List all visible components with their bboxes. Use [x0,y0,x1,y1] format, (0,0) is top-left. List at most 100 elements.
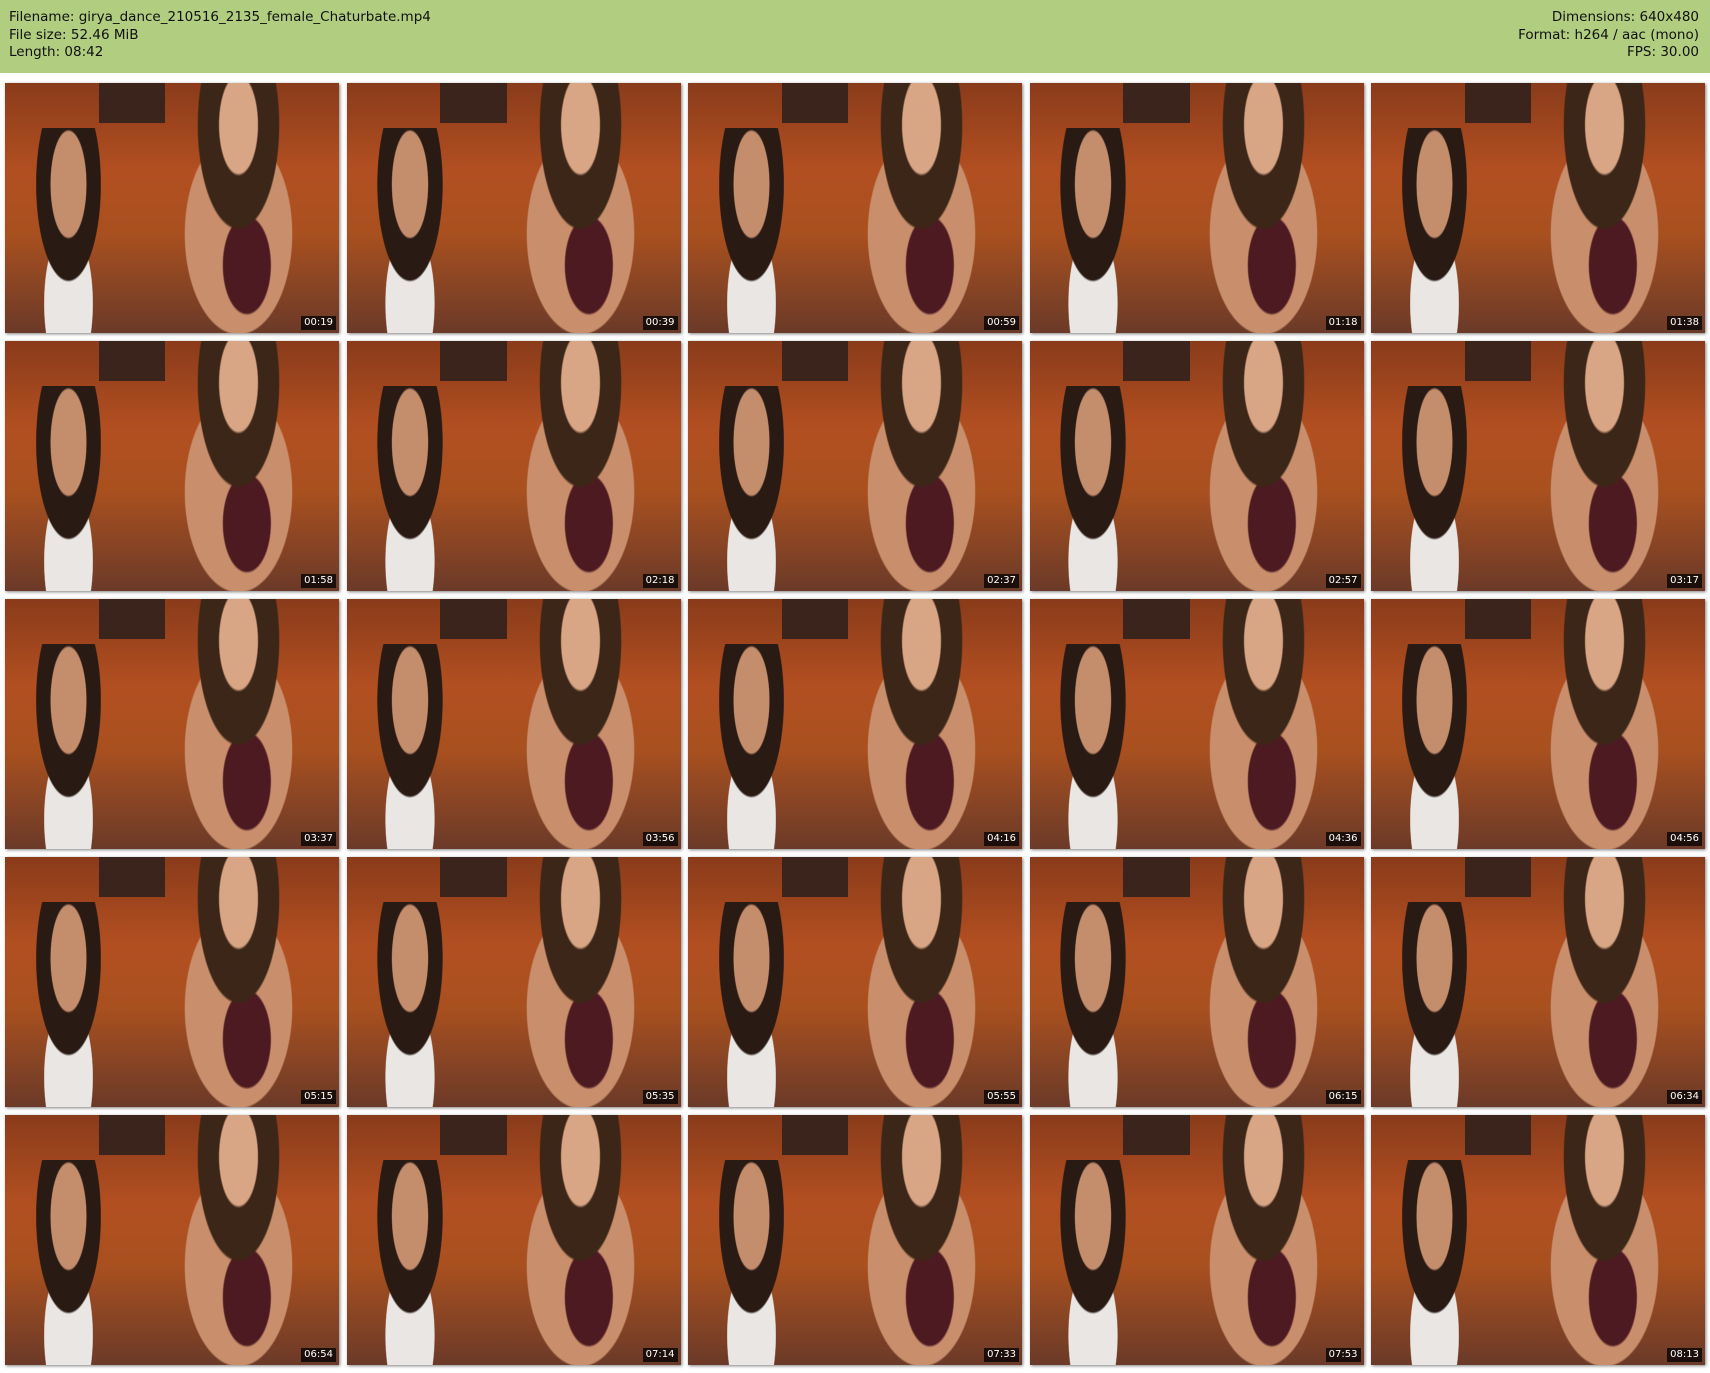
timestamp: 01:58 [301,574,336,588]
person-right [838,857,1006,1107]
person-left [1377,128,1492,333]
video-thumbnail: 08:13 [1371,1115,1705,1365]
timestamp: 00:39 [642,316,678,330]
timestamp: 03:17 [1667,574,1702,588]
person-left [694,644,809,849]
video-thumbnail: 03:56 [346,599,681,849]
person-left [694,128,809,333]
timestamp: 08:13 [1667,1348,1702,1362]
video-thumbnail: 03:17 [1371,341,1705,591]
person-left [1377,902,1492,1107]
person-left [353,902,467,1107]
video-thumbnail: 07:53 [1029,1115,1364,1365]
person-left [1377,644,1492,849]
video-thumbnail: 05:55 [688,857,1022,1107]
person-right [496,857,664,1107]
person-right [1179,341,1347,591]
video-thumbnail: 00:59 [688,83,1022,333]
length: Length: 08:42 [9,44,104,60]
timestamp: 03:56 [642,832,678,846]
video-thumbnail: 01:38 [1371,83,1705,333]
person-right [155,599,323,849]
file-info-left: Filename: girya_dance_210516_2135_female… [9,9,431,62]
person-left [1377,386,1492,591]
person-right [838,1115,1006,1365]
person-right [838,599,1006,849]
timestamp: 01:18 [1325,316,1361,330]
thumbnail-grid: 00:19 00:39 00:59 01:18 01:38 01:58 02:18 02:37… [5,83,1705,1365]
person-right [1179,599,1347,849]
format: Format: h264 / aac (mono) [1518,26,1699,43]
video-thumbnail: 02:57 [1029,341,1364,591]
timestamp: 04:16 [984,832,1019,846]
video-thumbnail: 04:36 [1029,599,1364,849]
timestamp: 05:15 [301,1090,336,1104]
person-right [1179,1115,1347,1365]
timestamp: 01:38 [1667,316,1702,330]
person-right [496,341,664,591]
person-left [353,1160,467,1365]
person-left [11,1160,126,1365]
person-left [353,644,467,849]
dimensions: Dimensions: 640x480 [1551,9,1699,25]
timestamp: 04:36 [1325,832,1361,846]
person-left [1036,386,1150,591]
person-left [1036,644,1150,849]
person-right [155,83,323,333]
video-thumbnail: 05:15 [5,857,339,1107]
person-left [694,902,809,1107]
timestamp: 02:18 [642,574,678,588]
person-left [11,902,126,1107]
video-thumbnail: 03:37 [5,599,339,849]
person-right [1179,83,1347,333]
person-right [496,599,664,849]
fps: FPS: 30.00 [1627,44,1699,60]
video-thumbnail: 02:18 [346,341,681,591]
timestamp: 02:37 [984,574,1019,588]
timestamp: 07:14 [642,1348,678,1362]
timestamp: 05:55 [984,1090,1019,1104]
person-right [155,341,323,591]
video-thumbnail: 04:56 [1371,599,1705,849]
file-info-right: Dimensions: 640x480 Format: h264 / aac (… [1518,9,1699,62]
timestamp: 00:59 [984,316,1019,330]
person-right [1521,341,1689,591]
timestamp: 06:54 [301,1348,336,1362]
person-left [11,128,126,333]
video-thumbnail: 06:54 [5,1115,339,1365]
person-right [1521,1115,1689,1365]
timestamp: 07:33 [984,1348,1019,1362]
person-left [1036,128,1150,333]
video-thumbnail: 04:16 [688,599,1022,849]
person-right [155,857,323,1107]
video-thumbnail: 06:34 [1371,857,1705,1107]
person-right [838,83,1006,333]
person-right [1521,599,1689,849]
person-left [353,128,467,333]
person-left [11,644,126,849]
person-left [694,1160,809,1365]
video-thumbnail: 07:14 [346,1115,681,1365]
person-right [1521,857,1689,1107]
person-left [694,386,809,591]
person-left [1036,902,1150,1107]
person-right [155,1115,323,1365]
timestamp: 04:56 [1667,832,1702,846]
timestamp: 05:35 [642,1090,678,1104]
file-size: File size: 52.46 MiB [9,26,139,43]
person-right [838,341,1006,591]
person-right [1521,83,1689,333]
timestamp: 06:15 [1325,1090,1361,1104]
video-thumbnail: 01:18 [1029,83,1364,333]
timestamp: 02:57 [1325,574,1361,588]
filename: Filename: girya_dance_210516_2135_female… [9,9,431,25]
timestamp: 07:53 [1325,1348,1361,1362]
person-left [1036,1160,1150,1365]
timestamp: 00:19 [301,316,336,330]
timestamp: 06:34 [1667,1090,1702,1104]
video-thumbnail: 06:15 [1029,857,1364,1107]
video-thumbnail: 05:35 [346,857,681,1107]
info-header: Filename: girya_dance_210516_2135_female… [0,0,1710,73]
person-left [353,386,467,591]
video-thumbnail: 07:33 [688,1115,1022,1365]
